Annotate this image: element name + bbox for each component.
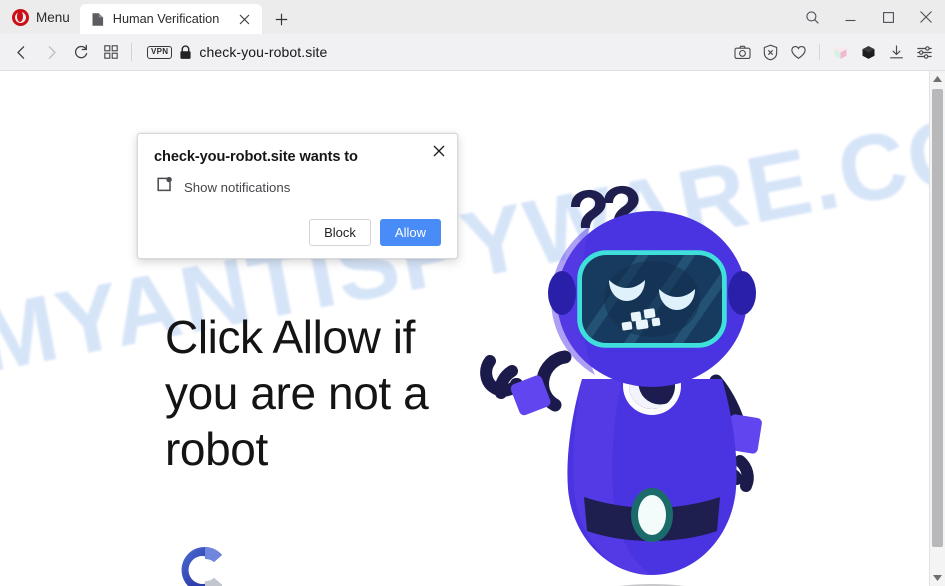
- opera-o-icon: [12, 8, 29, 26]
- page-headline: Click Allow if you are not a robot: [165, 311, 429, 475]
- page-icon: [91, 12, 105, 27]
- notification-permission-dialog: check-you-robot.site wants to Show notif…: [137, 133, 458, 259]
- toolbar-divider-2: [819, 44, 820, 60]
- e-captcha-logo: E-CAPTCHA: [170, 541, 240, 586]
- close-icon[interactable]: [907, 0, 945, 34]
- navigation-bar: VPN check-you-robot.site: [0, 34, 945, 70]
- snapshot-icon[interactable]: [730, 39, 755, 65]
- dialog-close-icon[interactable]: [430, 142, 448, 160]
- speed-dial-grid-icon[interactable]: [96, 38, 126, 66]
- tab-strip: Menu Human Verification: [0, 0, 945, 34]
- scroll-up-arrow-icon[interactable]: [930, 71, 945, 87]
- page-scrollbar[interactable]: [929, 71, 945, 586]
- easy-setup-icon[interactable]: [912, 39, 937, 65]
- forward-arrow-icon[interactable]: [36, 38, 66, 66]
- maximize-icon[interactable]: [869, 0, 907, 34]
- vpn-badge[interactable]: VPN: [147, 45, 173, 59]
- scroll-down-arrow-icon[interactable]: [930, 570, 945, 586]
- menu-label: Menu: [36, 9, 70, 25]
- e-captcha-c-logo: [181, 547, 222, 586]
- downloads-icon[interactable]: [884, 39, 909, 65]
- scroll-thumb[interactable]: [932, 89, 943, 547]
- new-tab-button[interactable]: [271, 8, 293, 30]
- window-controls: [793, 0, 945, 34]
- confused-robot-illustration: [470, 171, 800, 586]
- lock-icon[interactable]: [179, 44, 192, 60]
- search-icon[interactable]: [793, 0, 831, 34]
- allow-button[interactable]: Allow: [379, 219, 441, 246]
- permission-label: Show notifications: [184, 179, 291, 195]
- tab-human-verification[interactable]: Human Verification: [79, 4, 262, 34]
- scroll-track[interactable]: [930, 87, 945, 570]
- player-cube-icon[interactable]: [828, 39, 853, 65]
- toolbar-divider: [131, 43, 132, 61]
- back-arrow-icon[interactable]: [6, 38, 36, 66]
- toolbar-right-icons: [730, 39, 937, 65]
- page-viewport: MYANTISPYWARE.COM Click Allow if you are…: [0, 70, 945, 586]
- notification-bell-square-icon: [156, 176, 173, 198]
- tab-title: Human Verification: [112, 12, 220, 26]
- permission-row: Show notifications: [154, 176, 441, 198]
- extensions-cube-icon[interactable]: [856, 39, 881, 65]
- minimize-icon[interactable]: [831, 0, 869, 34]
- tab-close-icon[interactable]: [234, 8, 256, 30]
- opera-menu-button[interactable]: Menu: [0, 0, 80, 34]
- dialog-title: check-you-robot.site wants to: [154, 149, 358, 165]
- dialog-actions: Block Allow: [154, 219, 441, 246]
- reload-icon[interactable]: [66, 38, 96, 66]
- url-text: check-you-robot.site: [199, 44, 328, 60]
- block-button[interactable]: Block: [309, 219, 371, 246]
- address-bar[interactable]: VPN check-you-robot.site: [139, 38, 730, 66]
- opera-browser-window: Menu Human Verification VPN check-you-ro…: [0, 0, 945, 586]
- favorites-heart-icon[interactable]: [786, 39, 811, 65]
- ad-blocker-icon[interactable]: [758, 39, 783, 65]
